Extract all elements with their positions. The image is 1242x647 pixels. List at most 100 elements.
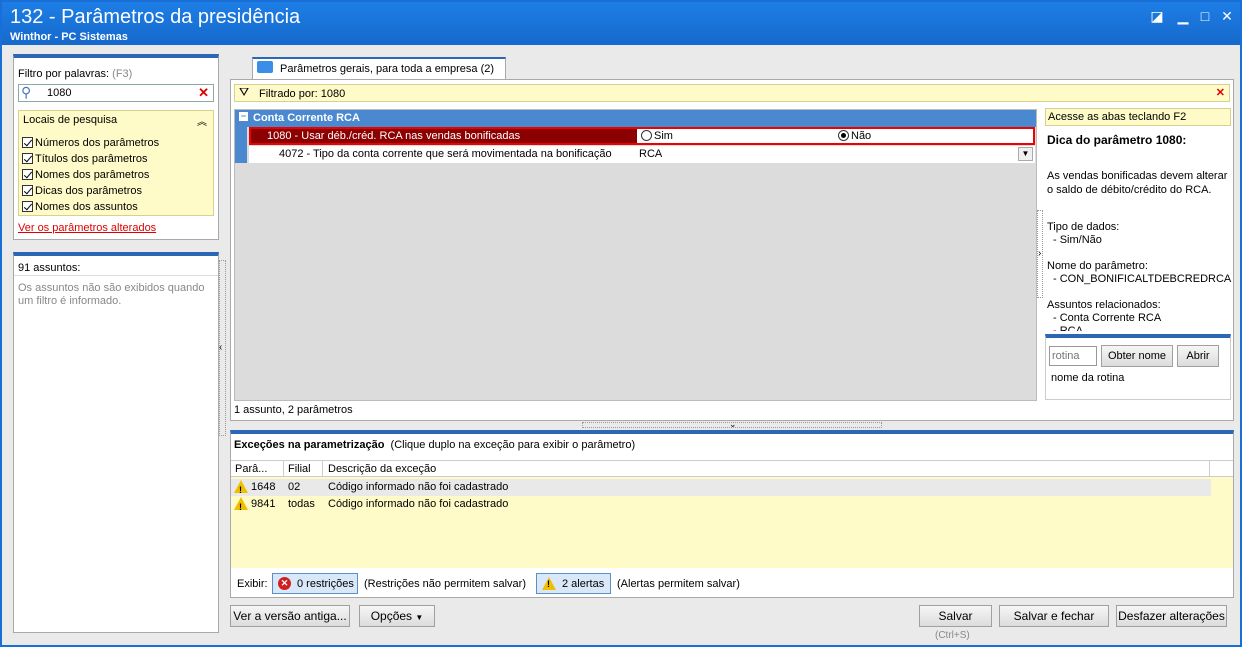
title-bar: 132 - Parâmetros da presidência Winthor … — [2, 2, 1240, 45]
salvar-fechar-button[interactable]: Salvar e fechar — [999, 605, 1109, 627]
locais-item[interactable]: Dicas dos parâmetros — [22, 183, 159, 199]
salvar-button[interactable]: Salvar — [919, 605, 992, 627]
warning-icon — [234, 497, 248, 516]
exceptions-table: Parâ... Filial Descrição da exceção 1648… — [231, 460, 1233, 568]
main-content: ⛛ Filtrado por: 1080 ✕ − Conta Corrente … — [230, 79, 1234, 421]
column-descricao[interactable]: Descrição da exceção — [328, 463, 436, 475]
dica-title: Dica do parâmetro 1080: — [1047, 133, 1187, 147]
locais-item[interactable]: Números dos parâmetros — [22, 135, 159, 151]
param-label: 1080 - Usar déb./créd. RCA nas vendas bo… — [251, 129, 637, 143]
tipo-value: - Sim/Não — [1053, 234, 1102, 246]
desfazer-button[interactable]: Desfazer alterações — [1116, 605, 1227, 627]
main-window: 132 - Parâmetros da presidência Winthor … — [0, 0, 1242, 647]
checkbox-icon[interactable] — [22, 201, 33, 212]
checkbox-icon[interactable] — [22, 185, 33, 196]
window-title: 132 - Parâmetros da presidência — [10, 6, 301, 28]
rotina-box: Obter nome Abrir nome da rotina — [1045, 334, 1231, 400]
warning-icon — [542, 577, 556, 590]
collapse-down-icon[interactable]: ⌄ — [729, 419, 737, 430]
exceptions-panel: Exceções na parametrização (Clique duplo… — [230, 430, 1234, 598]
clear-search-icon[interactable]: ✕ — [198, 85, 209, 101]
param-row-1080[interactable]: 1080 - Usar déb./créd. RCA nas vendas bo… — [249, 127, 1035, 145]
exibir-label: Exibir: — [237, 578, 268, 590]
collapse-right-icon[interactable]: › — [1038, 248, 1041, 259]
restricoes-toggle[interactable]: ✕ 0 restrições — [272, 573, 358, 594]
nome-label: Nome do parâmetro: — [1047, 260, 1148, 272]
checkbox-icon[interactable] — [22, 137, 33, 148]
assuntos-label: Assuntos relacionados: — [1047, 299, 1161, 311]
table-header: Parâ... Filial Descrição da exceção — [231, 461, 1233, 477]
assuntos-count: 91 assuntos: — [14, 256, 218, 276]
close-icon[interactable]: ✕ — [1218, 8, 1236, 24]
tipo-label: Tipo de dados: — [1047, 221, 1120, 233]
param-label: 4072 - Tipo da conta corrente que será m… — [279, 148, 612, 160]
filter-text: Filtrado por: 1080 — [259, 88, 346, 100]
assuntos-note: Os assuntos não são exibidos quando um f… — [18, 282, 205, 307]
radio-selected-icon[interactable] — [838, 130, 849, 141]
grid-status: 1 assunto, 2 parâmetros — [234, 404, 353, 416]
dropdown-arrow-icon: ▼ — [415, 613, 424, 622]
filter-label: Filtro por palavras: — [18, 68, 110, 80]
locais-item[interactable]: Títulos dos parâmetros — [22, 151, 159, 167]
params-grid: − Conta Corrente RCA 1080 - Usar déb./cr… — [234, 109, 1037, 401]
error-icon: ✕ — [278, 577, 291, 590]
exceptions-title: Exceções na parametrização — [234, 439, 385, 451]
restricoes-note: (Restrições não permitem salvar) — [364, 578, 526, 590]
locais-box: Locais de pesquisa ︽ Números dos parâmet… — [18, 110, 214, 216]
filter-bar: ⛛ Filtrado por: 1080 ✕ — [234, 84, 1230, 102]
locais-item[interactable]: Nomes dos assuntos — [22, 199, 159, 215]
assuntos-value-2: - RCA — [1053, 325, 1083, 331]
radio-icon[interactable] — [641, 130, 652, 141]
alertas-note: (Alertas permitem salvar) — [617, 578, 740, 590]
warning-icon — [234, 480, 248, 499]
column-filial[interactable]: Filial — [288, 463, 311, 475]
filter-shortcut: (F3) — [112, 68, 133, 80]
salvar-shortcut: (Ctrl+S) — [935, 630, 970, 641]
clear-filter-icon[interactable]: ✕ — [1216, 86, 1225, 99]
filter-panel: Filtro por palavras: (F3) ⚲ 1080 ✕ Locai… — [13, 54, 219, 240]
assuntos-panel: 91 assuntos: Os assuntos não são exibido… — [13, 252, 219, 633]
opcoes-button[interactable]: Opções ▼ — [359, 605, 435, 627]
assuntos-value: - Conta Corrente RCA — [1053, 312, 1162, 324]
radio-nao[interactable]: Não — [838, 129, 871, 143]
locais-title: Locais de pesquisa — [23, 114, 118, 126]
radio-sim[interactable]: Sim — [641, 129, 673, 143]
column-param[interactable]: Parâ... — [235, 463, 267, 475]
checkbox-icon[interactable] — [22, 153, 33, 164]
param-value: RCA — [639, 148, 663, 160]
nome-value: - CON_BONIFICALTDEBCREDRCA — [1053, 273, 1232, 285]
abrir-button[interactable]: Abrir — [1177, 345, 1219, 367]
funnel-icon: ⛛ — [239, 85, 250, 99]
versao-antiga-button[interactable]: Ver a versão antiga... — [230, 605, 350, 627]
dropdown-icon[interactable]: ▼ — [1018, 147, 1033, 161]
tab-label: Parâmetros gerais, para toda a empresa — [280, 63, 478, 75]
folder-icon — [257, 61, 273, 73]
group-header[interactable]: − Conta Corrente RCA — [235, 110, 1036, 127]
dica-text: As vendas bonificadas devem alterar o sa… — [1047, 170, 1228, 196]
changed-params-link[interactable]: Ver os parâmetros alterados — [18, 222, 156, 234]
checkbox-icon[interactable] — [22, 169, 33, 180]
group-title: Conta Corrente RCA — [253, 112, 360, 124]
collapse-left-icon[interactable]: ‹ — [219, 342, 222, 353]
nome-rotina: nome da rotina — [1051, 372, 1125, 384]
rotina-input[interactable] — [1049, 346, 1097, 366]
collapse-icon[interactable]: ︽ — [197, 113, 207, 128]
search-input[interactable]: ⚲ 1080 ✕ — [18, 84, 214, 102]
search-value: 1080 — [47, 87, 72, 99]
exceptions-subtitle: (Clique duplo na exceção para exibir o p… — [390, 439, 636, 451]
f2-hint: Acesse as abas teclando F2 — [1045, 108, 1231, 126]
window-subtitle: Winthor - PC Sistemas — [10, 31, 128, 43]
param-row-4072[interactable]: 4072 - Tipo da conta corrente que será m… — [249, 146, 1035, 163]
locais-item[interactable]: Nomes dos parâmetros — [22, 167, 159, 183]
collapse-group-icon[interactable]: − — [239, 112, 248, 121]
alertas-toggle[interactable]: 2 alertas — [536, 573, 611, 594]
maximize-icon[interactable]: □ — [1196, 8, 1214, 24]
obter-nome-button[interactable]: Obter nome — [1101, 345, 1173, 367]
restore-icon[interactable]: ◪ — [1148, 8, 1166, 24]
tab-parametros-gerais[interactable]: Parâmetros gerais, para toda a empresa (… — [252, 57, 506, 80]
table-row[interactable]: 9841 todas Código informado não foi cada… — [231, 496, 1211, 516]
table-row[interactable]: 1648 02 Código informado não foi cadastr… — [231, 479, 1211, 499]
locais-list: Números dos parâmetros Títulos dos parâm… — [22, 135, 159, 215]
minimize-icon[interactable]: ▁ — [1174, 8, 1192, 24]
tab-count: (2) — [480, 63, 495, 75]
